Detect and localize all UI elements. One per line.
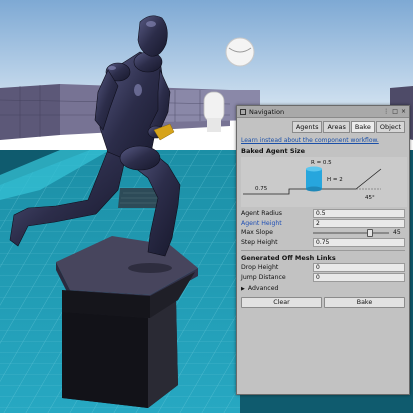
step-height-field[interactable]: 0.75 — [313, 237, 405, 247]
diagram-height-label: H = 2 — [327, 177, 343, 183]
drop-height-label: Drop Height — [241, 264, 279, 272]
agent-height-field[interactable]: 2 — [313, 218, 405, 228]
max-slope-slider-handle[interactable] — [367, 228, 373, 237]
jump-distance-label: Jump Distance — [241, 273, 286, 281]
agent-size-diagram: R = 0.5 H = 2 0.75 45° — [241, 157, 407, 207]
jump-distance-field[interactable]: 0 — [313, 272, 405, 282]
diagram-radius-label: R = 0.5 — [311, 160, 332, 166]
max-slope-label: Max Slope — [241, 229, 273, 237]
advanced-foldout[interactable]: ▶ Advanced — [237, 282, 409, 295]
diagram-step-label: 0.75 — [255, 186, 268, 192]
foldout-arrow-icon: ▶ — [241, 285, 245, 292]
tab-areas[interactable]: Areas — [323, 121, 350, 133]
agent-cylinder-icon — [306, 166, 322, 192]
component-workflow-link[interactable]: Learn instead about the component workfl… — [237, 135, 409, 144]
drop-height-field[interactable]: 0 — [313, 263, 405, 273]
robot-shadow — [128, 263, 172, 273]
tab-bake[interactable]: Bake — [350, 121, 375, 133]
tab-object[interactable]: Object — [375, 121, 405, 133]
agent-radius-label: Agent Radius — [241, 210, 283, 218]
bake-button[interactable]: Bake — [324, 297, 405, 308]
navigation-window-title: Navigation — [249, 107, 285, 116]
advanced-label: Advanced — [247, 285, 279, 292]
agent-height-row: Agent Height 2 — [237, 218, 409, 229]
max-slope-value[interactable]: 45 — [393, 229, 405, 236]
step-height-label: Step Height — [241, 238, 278, 246]
bake-buttons: Clear Bake — [237, 295, 409, 308]
diagram-slope-label: 45° — [365, 195, 375, 201]
capsule-object — [203, 91, 225, 132]
drop-height-row: Drop Height 0 — [237, 263, 409, 273]
max-slope-slider[interactable] — [313, 228, 389, 237]
step-height-row: Step Height 0.75 — [237, 237, 409, 248]
offmesh-links-heading: Generated Off Mesh Links — [241, 254, 336, 262]
agent-height-label: Agent Height — [241, 219, 282, 227]
close-icon[interactable]: × — [401, 108, 406, 115]
maximize-icon[interactable]: □ — [392, 108, 398, 115]
agent-radius-field[interactable]: 0.5 — [313, 209, 405, 219]
navigation-window-icon — [240, 108, 246, 115]
baked-agent-size-heading: Baked Agent Size — [241, 147, 306, 155]
tab-agents[interactable]: Agents — [291, 121, 323, 133]
agent-radius-row: Agent Radius 0.5 — [237, 209, 409, 219]
navigation-titlebar[interactable]: Navigation ⋮ □ × — [237, 106, 409, 118]
jump-distance-row: Jump Distance 0 — [237, 272, 409, 283]
clear-button[interactable]: Clear — [241, 297, 322, 308]
navigation-window: Navigation ⋮ □ × Agents Areas Bake Objec… — [236, 105, 410, 395]
navigation-tabs: Agents Areas Bake Object — [237, 118, 409, 135]
kebab-menu-icon[interactable]: ⋮ — [383, 108, 389, 115]
max-slope-row: Max Slope 45 — [237, 228, 409, 238]
